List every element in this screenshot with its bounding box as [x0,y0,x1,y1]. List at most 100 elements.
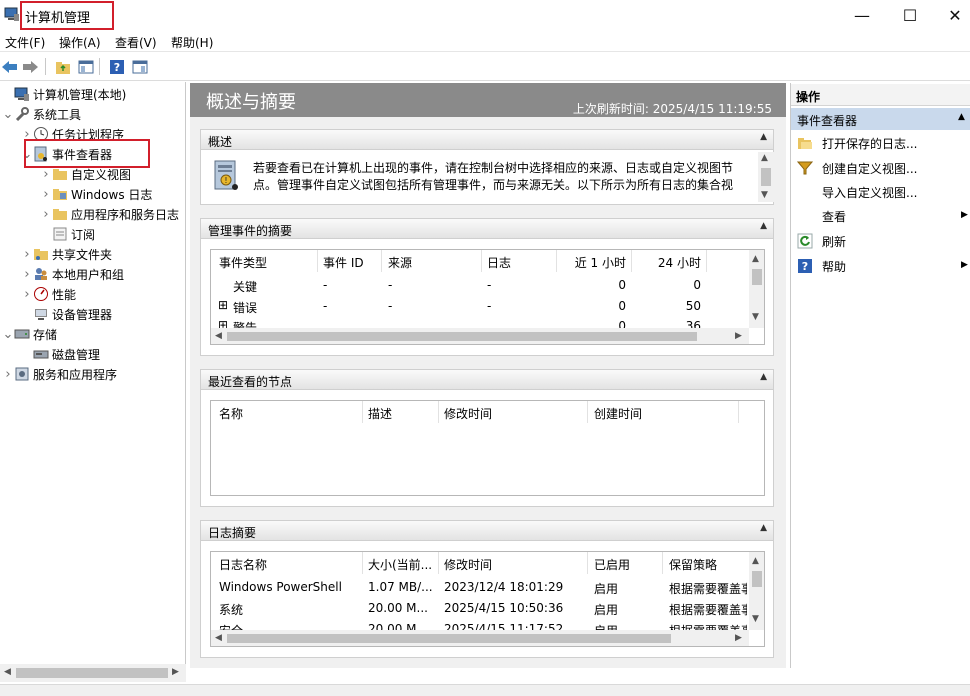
column-header[interactable]: 已启用 [594,556,630,573]
scroll-up-arrow-icon[interactable]: ▲ [761,153,768,163]
collapse-icon[interactable]: ▲ [760,221,767,231]
expand-down-icon[interactable]: ⌄ [2,327,14,342]
scrollbar-thumb[interactable] [227,634,671,643]
recent-nodes-panel-header[interactable]: 最近查看的节点 ▲ [200,369,774,390]
column-header[interactable]: 事件 ID [323,254,364,271]
actions-title: 操作 [796,90,821,104]
action-open-saved-log[interactable]: 打开保存的日志... [797,133,917,153]
help-icon[interactable]: ? [107,57,126,76]
log-summary-header-label: 日志摘要 [208,526,257,540]
expand-right-icon[interactable]: › [2,367,14,382]
scrollbar-thumb[interactable] [16,668,168,678]
expand-right-icon[interactable]: › [21,267,33,282]
expand-right-icon[interactable]: › [40,207,52,222]
column-header[interactable]: 24 小时 [631,254,701,271]
column-divider [381,250,382,272]
collapse-icon[interactable]: ▲ [760,372,767,382]
maximize-button[interactable]: ☐ [887,0,933,30]
log-summary-panel-header[interactable]: 日志摘要 ▲ [200,520,774,541]
tree-item[interactable]: ⌄ 存储 [0,324,186,344]
scrollbar-thumb[interactable] [752,269,762,285]
log-summary-horizontal-scrollbar[interactable]: ◀ ▶ [211,630,749,646]
scroll-up-arrow-icon[interactable]: ▲ [752,556,759,566]
tree-item[interactable]: ⌄ 系统工具 [0,104,186,124]
menu-help[interactable]: 帮助(H) [171,34,213,51]
close-button[interactable]: ✕ [932,0,970,30]
scrollbar-thumb[interactable] [761,168,771,186]
overview-panel-header[interactable]: 概述 ▲ [200,129,774,150]
scroll-left-arrow-icon[interactable]: ◀ [4,667,11,677]
scroll-left-arrow-icon[interactable]: ◀ [215,633,222,643]
column-header[interactable]: 创建时间 [594,405,642,422]
scroll-up-arrow-icon[interactable]: ▲ [752,254,759,264]
expand-icon[interactable]: ⊞ [218,298,228,312]
tree-item[interactable]: 计算机管理(本地) [0,84,186,104]
tree-horizontal-scrollbar[interactable]: ◀ ▶ [0,664,186,682]
collapse-icon[interactable]: ▲ [760,523,767,533]
storage-icon [14,326,30,342]
scrollbar-thumb[interactable] [752,571,762,587]
admin-summary-vertical-scrollbar[interactable]: ▲ ▼ [749,250,764,328]
tree-item-label: 性能 [52,287,77,302]
log-summary-vertical-scrollbar[interactable]: ▲ ▼ [749,552,764,630]
expand-right-icon[interactable]: › [40,167,52,182]
scroll-left-arrow-icon[interactable]: ◀ [215,331,222,341]
folder-icon [52,166,68,182]
tree-item[interactable]: › 共享文件夹 [0,244,186,264]
tree-item[interactable]: › 应用程序和服务日志 [0,204,186,224]
action-import-custom-view[interactable]: 导入自定义视图... [797,182,917,202]
column-header[interactable]: 名称 [219,405,243,422]
scroll-down-arrow-icon[interactable]: ▼ [752,312,759,322]
svg-text:?: ? [113,61,119,74]
row-log: - [487,299,492,313]
column-header[interactable]: 日志 [487,254,511,271]
scroll-right-arrow-icon[interactable]: ▶ [735,633,742,643]
collapse-icon[interactable]: ▲ [760,132,767,142]
admin-summary-horizontal-scrollbar[interactable]: ◀ ▶ [211,328,749,344]
menu-action[interactable]: 操作(A) [59,34,101,51]
up-folder-icon[interactable] [53,57,72,76]
scroll-right-arrow-icon[interactable]: ▶ [735,331,742,341]
admin-summary-panel-header[interactable]: 管理事件的摘要 ▲ [200,218,774,239]
back-arrow-icon[interactable] [0,57,19,76]
tree-item[interactable]: › Windows 日志 [0,184,186,204]
column-header[interactable]: 事件类型 [219,254,267,271]
collapse-icon[interactable]: ▲ [958,112,965,122]
column-header[interactable]: 修改时间 [444,556,492,573]
column-header[interactable]: 保留策略 [669,556,717,573]
expand-right-icon[interactable]: › [21,247,33,262]
action-view[interactable]: 查看 [797,206,846,226]
menu-view[interactable]: 查看(V) [115,34,157,51]
action-refresh[interactable]: 刷新 [797,231,846,251]
overview-vertical-scrollbar[interactable]: ▲ ▼ [758,152,774,202]
expand-down-icon[interactable]: ⌄ [2,107,14,122]
scroll-right-arrow-icon[interactable]: ▶ [172,667,179,677]
column-header[interactable]: 日志名称 [219,556,267,573]
forward-arrow-icon[interactable] [21,57,40,76]
action-create-custom-view[interactable]: 创建自定义视图... [796,158,917,178]
blank-icon [797,184,813,200]
minimize-button[interactable]: — [839,0,885,30]
tree-item[interactable]: › 服务和应用程序 [0,364,186,384]
column-header[interactable]: 描述 [368,405,392,422]
row-last-hour: 0 [618,299,626,313]
tree-item[interactable]: 磁盘管理 [0,344,186,364]
scroll-down-arrow-icon[interactable]: ▼ [752,614,759,624]
scrollbar-thumb[interactable] [227,332,697,341]
column-header[interactable]: 来源 [388,254,412,271]
tree-item[interactable]: › 性能 [0,284,186,304]
action-help[interactable]: ? 帮助 [797,256,846,276]
tree-item[interactable]: 设备管理器 [0,304,186,324]
menu-file[interactable]: 文件(F) [5,34,45,51]
expand-right-icon[interactable]: › [40,187,52,202]
column-header[interactable]: 大小(当前... [368,556,432,573]
expand-right-icon[interactable]: › [21,287,33,302]
show-hide-tree-icon[interactable] [76,57,95,76]
scroll-down-arrow-icon[interactable]: ▼ [761,190,768,200]
column-divider [438,552,439,574]
column-header[interactable]: 近 1 小时 [556,254,626,271]
column-header[interactable]: 修改时间 [444,405,492,422]
tree-item[interactable]: › 本地用户和组 [0,264,186,284]
show-hide-action-pane-icon[interactable] [130,57,149,76]
tree-item[interactable]: 订阅 [0,224,186,244]
